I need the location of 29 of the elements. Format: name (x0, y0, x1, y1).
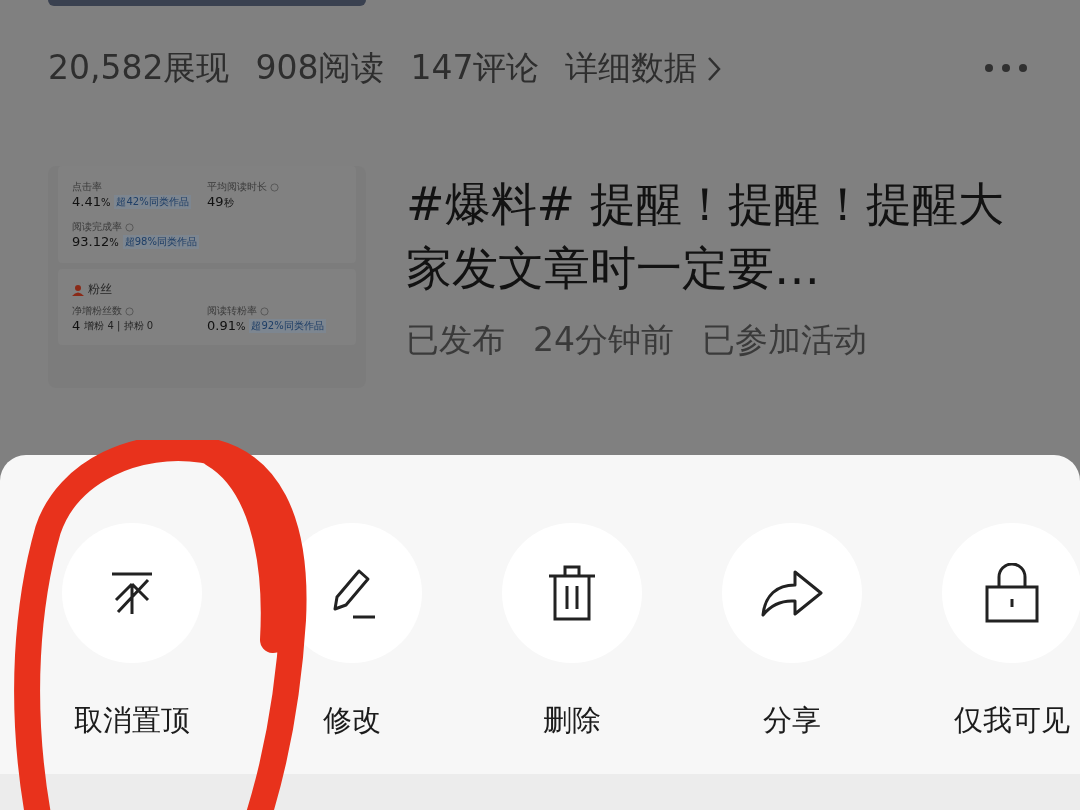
info-icon (125, 222, 134, 232)
lock-icon (985, 563, 1039, 623)
metric-label: 净增粉丝数 (72, 304, 122, 318)
metric-value: 4 (72, 318, 81, 333)
stat-text: 908阅读 (255, 46, 385, 89)
person-icon (72, 283, 84, 296)
stat-text: 147评论 (410, 46, 540, 89)
share-icon (761, 569, 823, 617)
more-icon[interactable] (984, 63, 1028, 73)
rank-badge: 超92%同类作品 (249, 318, 326, 333)
metric-label: 阅读转粉率 (207, 304, 257, 318)
metric-value: 4.41% (72, 194, 111, 209)
metric-note: 增粉 4 | 掉粉 0 (84, 318, 154, 333)
stat-text: 20,582展现 (48, 46, 230, 89)
rank-badge: 超98%同类作品 (122, 234, 199, 249)
info-icon (125, 306, 134, 316)
chevron-right-icon (707, 56, 722, 82)
metric-value: 0.91% (207, 318, 246, 333)
article-meta: 24分钟前 (533, 319, 674, 361)
article-title[interactable]: #爆料# 提醒！提醒！提醒大家发文章时一定要… (406, 172, 1006, 300)
metric-value: 93.12% (72, 234, 119, 249)
section-title: 粉丝 (88, 281, 112, 298)
rank-badge: 超42%同类作品 (114, 194, 191, 209)
info-icon (260, 306, 269, 316)
metric-value: 49秒 (207, 194, 234, 210)
trash-icon (547, 564, 597, 622)
article-meta: 已参加活动 (702, 319, 867, 361)
info-icon (270, 182, 279, 192)
article-meta: 已发布 (406, 319, 505, 361)
